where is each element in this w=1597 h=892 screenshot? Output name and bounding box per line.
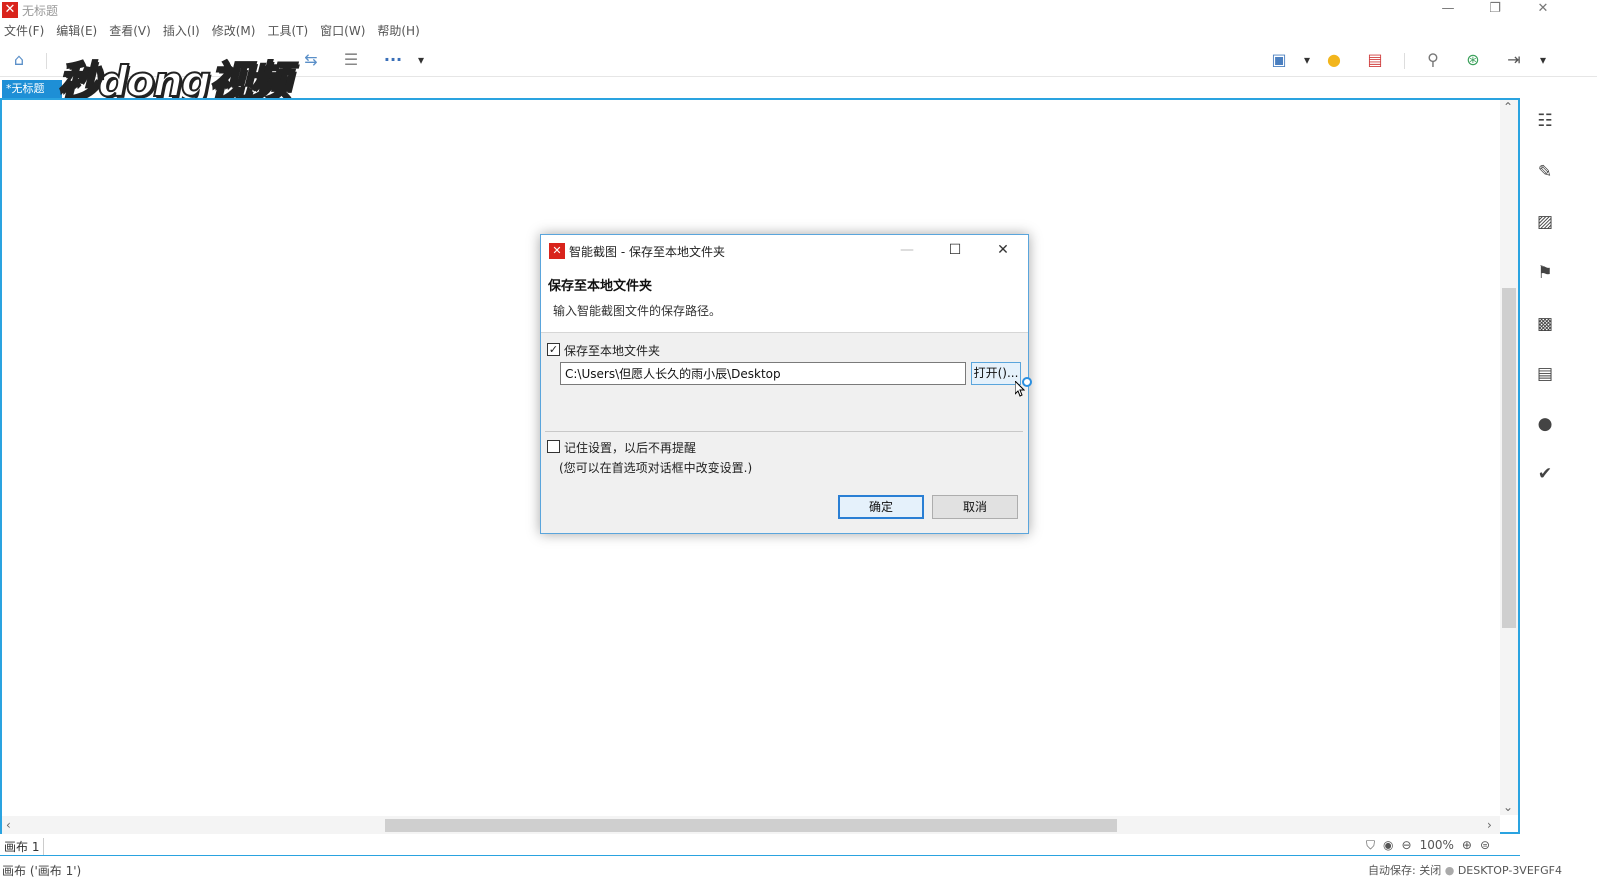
search-icon[interactable]: ⚲ (1422, 49, 1444, 71)
menu-file[interactable]: 文件(F) (4, 21, 44, 41)
dialog-maximize-button[interactable]: ☐ (941, 240, 969, 260)
scroll-down-icon[interactable]: ⌄ (1503, 800, 1513, 814)
cancel-button[interactable]: 取消 (932, 495, 1018, 519)
summary-icon[interactable]: ☰ (340, 49, 362, 71)
save-local-checkbox[interactable]: ✓ (547, 343, 560, 356)
title-bar (0, 0, 1597, 20)
gantt-icon[interactable]: ▤ (1364, 49, 1386, 71)
share-icon[interactable]: ⊛ (1462, 49, 1484, 71)
format-brush-icon[interactable]: ✎ (1534, 161, 1556, 183)
more-tools-button[interactable]: ··· (382, 49, 404, 71)
save-local-dialog: ✕ 智能截图 - 保存至本地文件夹 — ☐ ✕ 保存至本地文件夹 输入智能截图文… (540, 234, 1029, 534)
status-right: 自动保存: 关闭 ● DESKTOP-3VEFGF4 (1368, 862, 1562, 878)
menu-help[interactable]: 帮助(H) (377, 21, 419, 41)
remember-label[interactable]: 记住设置，以后不再提醒 (564, 439, 696, 456)
scroll-right-icon[interactable]: › (1487, 818, 1492, 832)
ok-button[interactable]: 确定 (838, 495, 924, 519)
dialog-app-icon: ✕ (549, 243, 565, 259)
sticker-icon[interactable]: ▩ (1534, 313, 1556, 335)
sheet-tab[interactable]: 画布 1 (4, 838, 45, 855)
scroll-up-icon[interactable]: ⌃ (1503, 100, 1513, 114)
menu-insert[interactable]: 插入(I) (163, 21, 200, 41)
document-tab[interactable]: *无标题 (2, 80, 62, 98)
relationship-icon[interactable]: ⇆ (300, 49, 322, 71)
menu-edit[interactable]: 编辑(E) (56, 21, 97, 41)
status-canvas-name: 画布 ('画布 1') (2, 864, 82, 878)
filter-icon[interactable]: ⛉ (1366, 838, 1375, 853)
brainstorm-icon[interactable]: ● (1323, 49, 1345, 71)
zoom-in-icon[interactable]: ⊕ (1462, 838, 1472, 853)
dialog-minimize-button[interactable]: — (893, 240, 921, 260)
notes-icon[interactable]: ▤ (1534, 363, 1556, 385)
restore-button[interactable]: ❐ (1472, 0, 1518, 20)
vertical-scroll-thumb[interactable] (1502, 288, 1516, 628)
zoom-level[interactable]: 100% (1420, 838, 1454, 853)
zoom-out-icon[interactable]: ⊖ (1402, 838, 1412, 853)
save-local-label[interactable]: 保存至本地文件夹 (564, 342, 660, 359)
presentation-icon[interactable]: ▣ (1268, 49, 1290, 71)
menu-bar: 文件(F) 编辑(E) 查看(V) 插入(I) 修改(M) 工具(T) 窗口(W… (0, 21, 1597, 41)
outline-icon[interactable]: ☷ (1534, 110, 1556, 132)
export-icon[interactable]: ⇥ (1503, 49, 1525, 71)
status-dot-icon: ● (1444, 864, 1458, 877)
presentation-dropdown-icon[interactable]: ▾ (1296, 49, 1318, 71)
dialog-description: 输入智能截图文件的保存路径。 (553, 304, 722, 318)
more-dropdown-icon[interactable]: ▾ (410, 49, 432, 71)
dialog-heading: 保存至本地文件夹 (548, 279, 653, 294)
settings-note: (您可以在首选项对话框中改变设置.) (559, 461, 753, 475)
home-icon[interactable]: ⌂ (8, 49, 30, 71)
zoom-controls: ⛉ ◉ ⊖ 100% ⊕ ⊜ (1366, 838, 1490, 853)
image-icon[interactable]: ▨ (1534, 211, 1556, 233)
dialog-header: ✕ 智能截图 - 保存至本地文件夹 — ☐ ✕ 保存至本地文件夹 输入智能截图文… (541, 235, 1028, 333)
flag-icon[interactable]: ⚑ (1534, 262, 1556, 284)
app-logo-icon: ✕ (2, 2, 18, 18)
window-title: 无标题 (22, 4, 59, 18)
sheet-bar (0, 836, 1520, 856)
status-bar (0, 860, 1597, 892)
close-button[interactable]: ✕ (1520, 0, 1566, 20)
mouse-cursor-icon (1015, 381, 1025, 397)
comment-icon[interactable]: ● (1534, 413, 1556, 435)
menu-tools[interactable]: 工具(T) (267, 21, 308, 41)
menu-view[interactable]: 查看(V) (109, 21, 151, 41)
fit-icon[interactable]: ⊜ (1480, 838, 1490, 853)
path-input[interactable] (560, 362, 966, 385)
menu-modify[interactable]: 修改(M) (212, 21, 256, 41)
task-icon[interactable]: ✔ (1534, 463, 1556, 485)
autosave-status[interactable]: 自动保存: 关闭 (1368, 864, 1441, 877)
dialog-title: 智能截图 - 保存至本地文件夹 (569, 245, 725, 259)
eye-icon[interactable]: ◉ (1383, 838, 1393, 853)
dialog-divider (545, 431, 1023, 432)
export-dropdown-icon[interactable]: ▾ (1532, 49, 1554, 71)
minimize-button[interactable]: — (1425, 0, 1471, 20)
menu-window[interactable]: 窗口(W) (320, 21, 365, 41)
toolbar-separator (1404, 53, 1405, 69)
machine-name: DESKTOP-3VEFGF4 (1457, 864, 1562, 877)
open-folder-button[interactable]: 打开()... (971, 362, 1021, 385)
scroll-left-icon[interactable]: ‹ (6, 818, 11, 832)
toolbar-separator (46, 53, 47, 69)
horizontal-scroll-thumb[interactable] (385, 819, 1117, 832)
dialog-close-button[interactable]: ✕ (989, 240, 1017, 260)
remember-checkbox[interactable] (547, 440, 560, 453)
